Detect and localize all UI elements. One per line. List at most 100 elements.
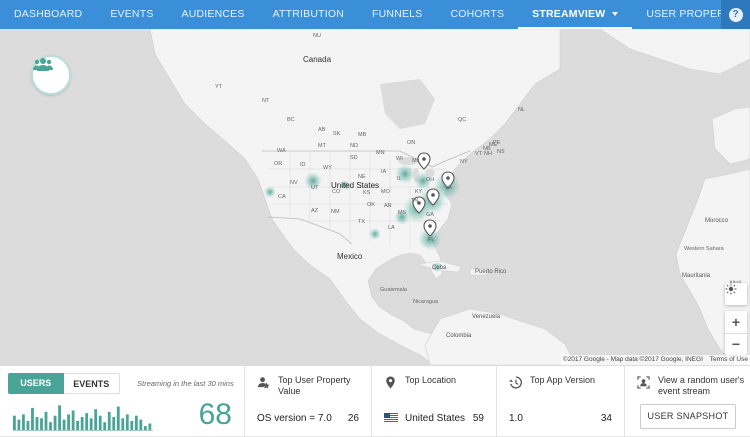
label-venezuela: Venezuela <box>472 314 501 320</box>
label-ga: GA <box>426 212 434 218</box>
users-events-toggle: USERS EVENTS <box>8 373 120 394</box>
top-version-card: Top App Version 1.0 34 <box>497 366 625 437</box>
top-nav: DASHBOARD EVENTS AUDIENCES ATTRIBUTION F… <box>0 0 750 29</box>
stream-card: USERS EVENTS Streaming in the last 30 mi… <box>0 366 245 437</box>
activity-bar <box>98 415 102 430</box>
summary-panel: USERS EVENTS Streaming in the last 30 mi… <box>0 365 750 437</box>
activity-bar <box>76 420 80 430</box>
label-ab: AB <box>318 127 326 133</box>
active-user-count: 68 <box>198 398 232 431</box>
activity-bar <box>71 410 75 430</box>
top-version-count: 34 <box>600 413 612 424</box>
label-puerto-rico: Puerto Rico <box>475 269 507 275</box>
label-ia: IA <box>381 169 387 175</box>
user-property-icon <box>257 377 270 389</box>
nav-events[interactable]: EVENTS <box>96 0 167 29</box>
activity-bar <box>13 415 16 430</box>
activity-bar <box>62 419 66 430</box>
terms-link[interactable]: Terms of Use <box>710 356 748 363</box>
users-tab[interactable]: USERS <box>8 373 64 394</box>
label-guatemala: Guatemala <box>380 287 407 293</box>
activity-bar <box>31 407 34 430</box>
help-icon: ? <box>728 7 743 22</box>
label-nd: ND <box>350 143 358 149</box>
label-la: LA <box>388 225 395 231</box>
activity-bar <box>89 418 93 430</box>
streamview-map[interactable]: Canada United States Mexico Cuba Puerto … <box>0 29 750 365</box>
label-oh: OH <box>426 177 435 183</box>
label-ks: KS <box>363 190 371 196</box>
attribution-text: ©2017 Google - Map data ©2017 Google, IN… <box>562 356 703 363</box>
activity-bar <box>116 406 120 430</box>
map-canvas <box>0 29 750 365</box>
label-qc: QC <box>458 117 467 123</box>
zoom-control: + − <box>725 311 747 355</box>
zoom-in-button[interactable]: + <box>725 311 747 333</box>
label-morocco: Morocco <box>705 218 729 224</box>
user-snapshot-button[interactable]: USER SNAPSHOT <box>640 404 736 429</box>
nav-cohorts[interactable]: COHORTS <box>436 0 518 29</box>
label-on: ON <box>407 140 416 146</box>
label-wi: WI <box>396 156 403 162</box>
label-ar: AR <box>384 203 392 209</box>
top-property-value: OS version = 7.0 <box>257 413 332 424</box>
nav-streamview[interactable]: STREAMVIEW <box>518 0 633 29</box>
top-location-value-row: United States <box>384 413 465 424</box>
top-location-header: Top Location <box>384 375 456 389</box>
locate-button[interactable] <box>725 283 747 305</box>
label-cuba: Cuba <box>432 265 447 271</box>
label-nm: NM <box>331 209 340 215</box>
nav-attribution[interactable]: ATTRIBUTION <box>259 0 358 29</box>
label-mi: MI <box>412 158 419 164</box>
label-fl: FL <box>428 237 435 243</box>
zoom-out-button[interactable]: − <box>725 334 747 356</box>
label-ns: NS <box>497 149 505 155</box>
label-tn: TN <box>411 198 419 204</box>
activity-bar <box>125 414 129 430</box>
activity-bar <box>85 413 89 430</box>
top-version-header: Top App Version <box>509 375 595 389</box>
activity-bar <box>40 418 43 430</box>
bar-baseline <box>13 430 153 431</box>
label-mauritania: Mauritania <box>682 273 711 279</box>
activity-bar <box>112 417 116 430</box>
nav-funnels[interactable]: FUNNELS <box>358 0 436 29</box>
activity-bar <box>139 419 143 430</box>
nav-streamview-label: STREAMVIEW <box>532 8 606 20</box>
label-western-sahara: Western Sahara <box>684 246 724 252</box>
top-location-count: 59 <box>472 413 484 424</box>
activity-bar <box>67 414 70 430</box>
activity-bar <box>107 411 111 430</box>
top-location-value: United States <box>405 413 466 424</box>
label-wy: WY <box>323 165 332 171</box>
audience-button[interactable] <box>31 55 71 95</box>
snapshot-header: View a random user's event stream <box>637 375 746 397</box>
nav-audiences[interactable]: AUDIENCES <box>168 0 259 29</box>
activity-bar <box>26 420 30 430</box>
label-yt: YT <box>215 84 223 90</box>
activity-bar <box>148 423 152 430</box>
label-nv: NV <box>290 180 298 186</box>
snapshot-title: View a random user's event stream <box>658 375 745 396</box>
help-button[interactable]: ? <box>721 0 750 29</box>
label-sd: SD <box>350 155 358 161</box>
label-mn: MN <box>376 150 385 156</box>
top-version-title: Top App Version <box>530 375 596 385</box>
label-vt: VT <box>475 151 483 157</box>
nav-dashboard[interactable]: DASHBOARD <box>0 0 96 29</box>
activity-bar-chart <box>13 405 153 431</box>
location-pin-icon <box>386 376 395 389</box>
label-canada: Canada <box>303 55 332 64</box>
events-tab[interactable]: EVENTS <box>63 373 120 394</box>
top-property-card: Top User Property Value OS version = 7.0… <box>245 366 372 437</box>
label-ms: MS <box>398 210 407 216</box>
activity-bar <box>58 405 61 430</box>
label-nl: NL <box>518 107 526 113</box>
label-az: AZ <box>311 208 319 214</box>
label-ok: OK <box>367 202 375 208</box>
label-nh: NH <box>484 151 492 157</box>
label-co: CO <box>332 189 341 195</box>
label-va: VA <box>445 185 452 191</box>
label-ky: KY <box>415 189 423 195</box>
label-wa: WA <box>277 148 286 154</box>
